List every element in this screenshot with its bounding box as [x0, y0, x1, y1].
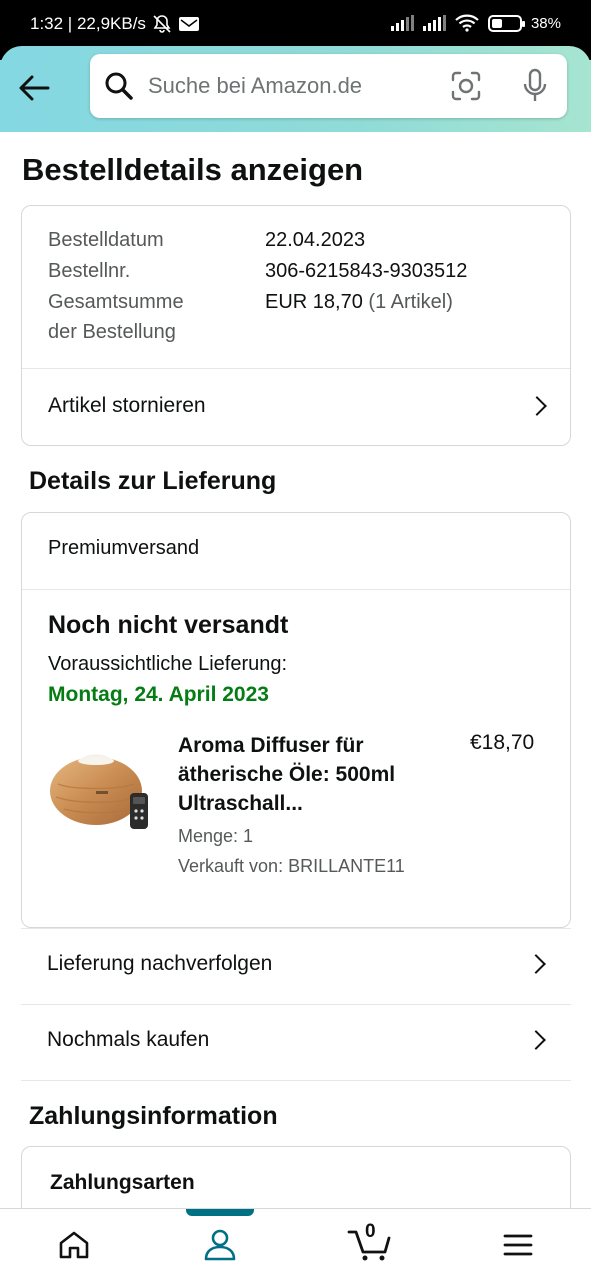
track-delivery-row[interactable]: Lieferung nachverfolgen [21, 929, 571, 1004]
payment-methods-title: Zahlungsarten [50, 1171, 195, 1194]
product-title-line: ätherische Öle: 500ml [178, 763, 396, 786]
nav-menu[interactable] [444, 1209, 591, 1280]
status-left: 1:32 | 22,9KB/s [30, 14, 200, 34]
buy-again-label: Nochmals kaufen [47, 1028, 210, 1051]
home-icon [59, 1231, 89, 1259]
delivery-section-title: Details zur Lieferung [29, 467, 277, 495]
delivery-card: Premiumversand Noch nicht versandt Vorau… [21, 512, 571, 928]
divider [21, 1080, 571, 1081]
back-arrow-icon [19, 75, 50, 101]
cancel-items-row[interactable]: Artikel stornieren [22, 369, 570, 445]
product-title-line: Aroma Diffuser für [178, 734, 364, 757]
buy-again-row[interactable]: Nochmals kaufen [21, 1005, 571, 1080]
product-image[interactable] [46, 739, 156, 835]
shipping-status: Noch nicht versandt [48, 611, 289, 639]
battery-icon [487, 14, 525, 32]
bottom-navigation: 0 [0, 1208, 591, 1280]
eta-label: Voraussichtliche Lieferung: [48, 653, 288, 675]
order-total-items: (1 Artikel) [368, 291, 453, 313]
microphone-icon[interactable] [522, 68, 548, 104]
order-total-value-wrap: EUR 18,70 (1 Artikel) [265, 291, 453, 314]
status-time-speed: 1:32 | 22,9KB/s [30, 14, 146, 33]
chevron-right-icon [527, 396, 547, 416]
page-title: Bestelldetails anzeigen [22, 152, 364, 187]
header: Suche bei Amazon.de [0, 46, 591, 132]
search-icon [105, 72, 133, 100]
signal-icon-2 [422, 15, 446, 31]
track-delivery-label: Lieferung nachverfolgen [47, 952, 273, 975]
order-date-label: Bestelldatum [48, 229, 164, 251]
payment-section-title: Zahlungsinformation [29, 1102, 278, 1130]
product-title-line: Ultraschall... [178, 792, 303, 815]
cancel-items-label: Artikel stornieren [48, 394, 206, 417]
search-input[interactable]: Suche bei Amazon.de [90, 54, 567, 118]
cart-count: 0 [365, 1221, 376, 1242]
wifi-icon [455, 14, 479, 32]
order-total-label-line2: der Bestellung [48, 321, 176, 343]
status-bar: 1:32 | 22,9KB/s 38% [0, 0, 591, 46]
nav-cart[interactable] [296, 1209, 444, 1280]
shipping-type: Premiumversand [48, 537, 200, 559]
percent-sign: % [547, 14, 561, 32]
order-number-label: Bestellnr. [48, 260, 131, 282]
divider [22, 589, 570, 590]
signal-icon [390, 15, 414, 31]
order-date-value: 22.04.2023 [265, 229, 366, 251]
account-icon [204, 1229, 236, 1261]
eta-date: Montag, 24. April 2023 [48, 683, 269, 706]
chevron-right-icon [526, 954, 546, 974]
nav-account[interactable] [146, 1209, 294, 1280]
product-quantity: Menge: 1 [178, 826, 254, 846]
camera-icon[interactable] [450, 70, 482, 102]
back-button[interactable] [14, 68, 54, 108]
status-right: 38% [390, 14, 561, 32]
order-total-label-line1: Gesamtsumme [48, 291, 184, 313]
search-placeholder: Suche bei Amazon.de [148, 73, 363, 98]
chevron-right-icon [526, 1030, 546, 1050]
menu-icon [503, 1234, 533, 1256]
order-total-value: EUR 18,70 [265, 291, 363, 313]
battery-percent: 38 [530, 14, 548, 32]
bell-muted-icon [153, 15, 171, 33]
product-price: €18,70 [470, 731, 535, 754]
order-number-value: 306-6215843-9303512 [265, 260, 468, 282]
mail-notification-icon [178, 17, 199, 31]
product-title[interactable]: Aroma Diffuser für ätherische Öle: 500ml… [178, 731, 428, 818]
product-seller: Verkauft von: BRILLANTE11 [178, 856, 405, 876]
nav-home[interactable] [0, 1209, 148, 1280]
order-summary-card: Bestelldatum 22.04.2023 Bestellnr. 306-6… [21, 205, 571, 446]
